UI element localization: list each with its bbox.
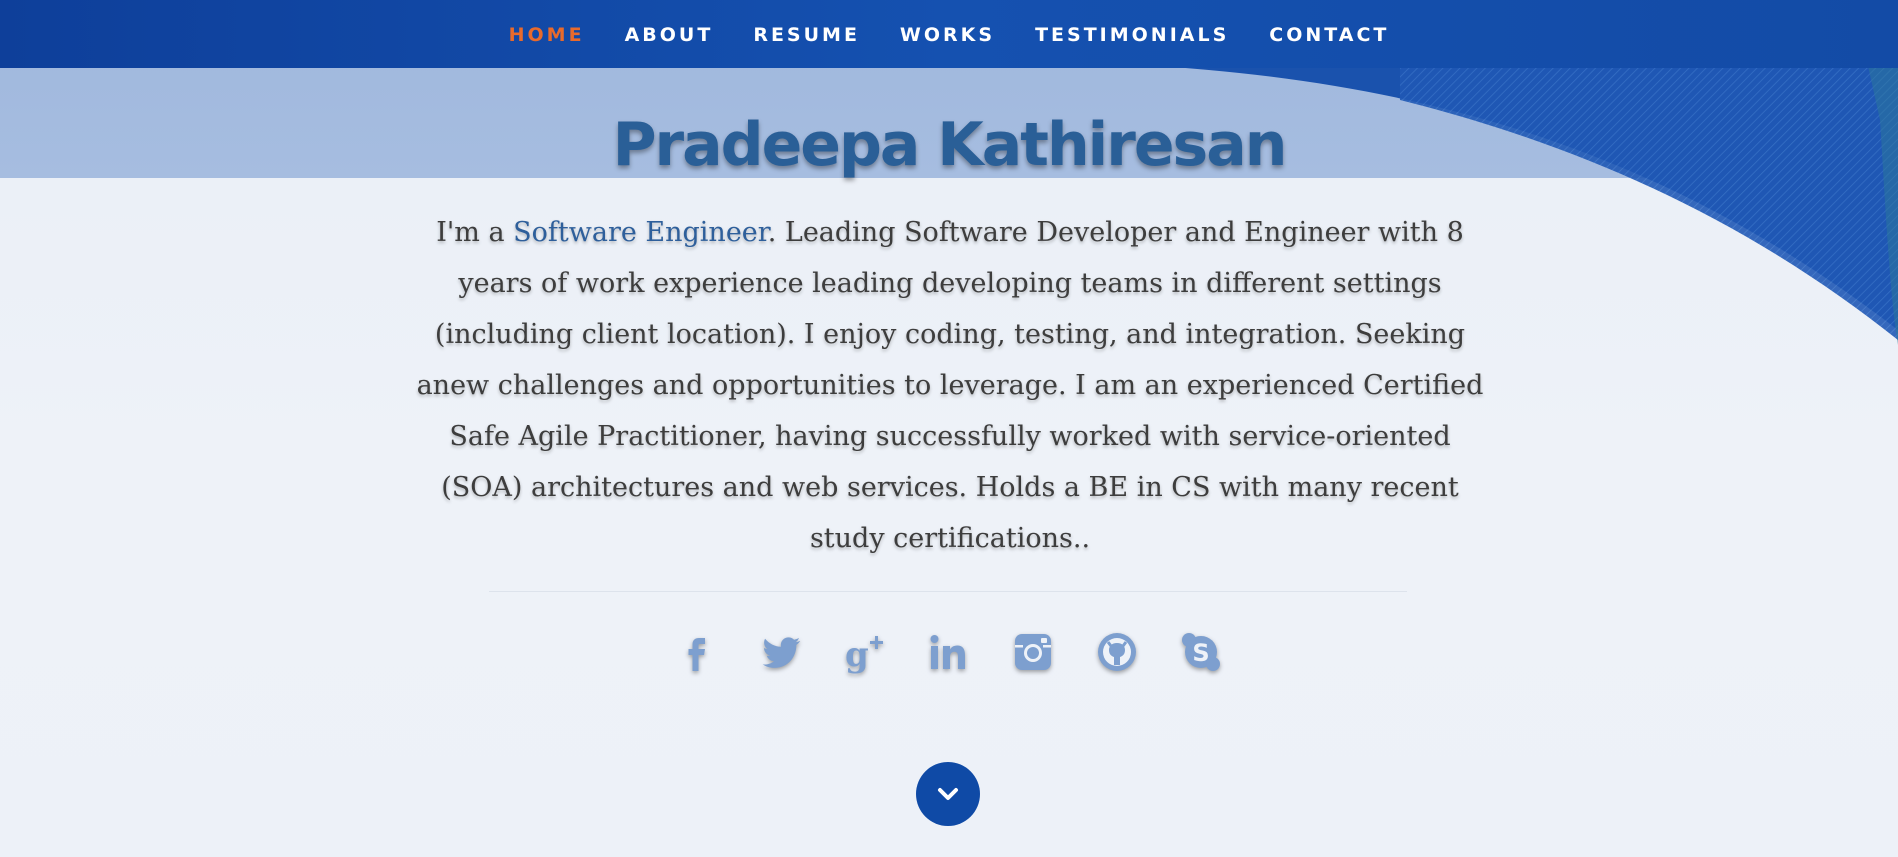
google-plus-icon[interactable]: g — [843, 628, 887, 676]
github-icon[interactable] — [1095, 628, 1139, 676]
social-links: g S — [0, 628, 1898, 676]
bio-prefix: I'm a — [436, 217, 514, 248]
nav-item-resume[interactable]: RESUME — [753, 24, 860, 46]
divider — [489, 591, 1407, 592]
facebook-icon[interactable] — [675, 628, 719, 676]
main-navigation: HOME ABOUT RESUME WORKS TESTIMONIALS CON… — [0, 0, 1898, 68]
instagram-icon[interactable] — [1011, 628, 1055, 676]
bio-text: . Leading Software Developer and Enginee… — [416, 217, 1484, 554]
nav-item-contact[interactable]: CONTACT — [1269, 24, 1389, 46]
svg-text:g: g — [845, 635, 869, 674]
bio-role: Software Engineer — [513, 217, 768, 248]
nav-item-about[interactable]: ABOUT — [625, 24, 714, 46]
twitter-icon[interactable] — [759, 628, 803, 676]
nav-item-works[interactable]: WORKS — [900, 24, 995, 46]
svg-text:S: S — [1192, 639, 1209, 667]
skype-icon[interactable]: S — [1179, 628, 1223, 676]
hero-bio: I'm a Software Engineer. Leading Softwar… — [410, 207, 1490, 564]
nav-item-home[interactable]: HOME — [509, 24, 585, 46]
nav-item-testimonials[interactable]: TESTIMONIALS — [1035, 24, 1229, 46]
chevron-down-icon — [938, 788, 958, 800]
hero-name: Pradeepa Kathiresan — [612, 110, 1288, 180]
scroll-down-button[interactable] — [916, 762, 980, 826]
linkedin-icon[interactable] — [927, 628, 971, 676]
